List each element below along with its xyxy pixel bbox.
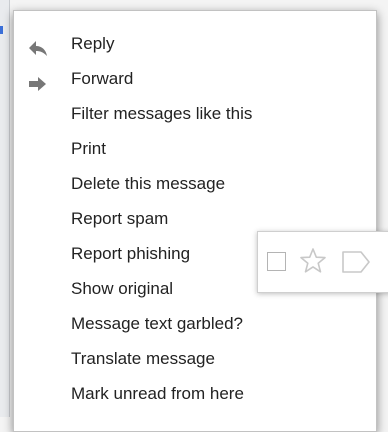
forward-icon bbox=[28, 70, 48, 91]
menu-item-label: Print bbox=[71, 139, 106, 158]
message-actions-menu: Reply Forward Filter messages like this … bbox=[13, 10, 377, 432]
menu-item-message-text-garbled[interactable]: Message text garbled? bbox=[14, 306, 376, 341]
label-icon[interactable] bbox=[341, 249, 381, 275]
menu-item-mark-unread[interactable]: Mark unread from here bbox=[14, 376, 376, 411]
menu-item-label: Translate message bbox=[71, 349, 215, 368]
menu-item-label: Mark unread from here bbox=[71, 384, 244, 403]
menu-item-forward[interactable]: Forward bbox=[14, 61, 376, 96]
menu-list: Reply Forward Filter messages like this … bbox=[14, 11, 376, 411]
background-panel bbox=[0, 0, 10, 417]
message-toolbar-overlay bbox=[257, 231, 388, 293]
menu-item-filter-messages[interactable]: Filter messages like this bbox=[14, 96, 376, 131]
menu-item-label: Report phishing bbox=[71, 244, 191, 263]
menu-item-print[interactable]: Print bbox=[14, 131, 376, 166]
reply-icon bbox=[28, 35, 48, 56]
menu-item-label: Message text garbled? bbox=[71, 314, 243, 333]
menu-item-translate-message[interactable]: Translate message bbox=[14, 341, 376, 376]
menu-item-label: Filter messages like this bbox=[71, 104, 253, 123]
menu-item-label: Show original bbox=[71, 279, 174, 298]
menu-item-label: Report spam bbox=[71, 209, 169, 228]
menu-item-label: Forward bbox=[71, 69, 134, 88]
star-icon[interactable] bbox=[299, 247, 327, 275]
menu-item-delete-message[interactable]: Delete this message bbox=[14, 166, 376, 201]
menu-item-reply[interactable]: Reply bbox=[14, 26, 376, 61]
menu-item-label: Delete this message bbox=[71, 174, 226, 193]
background-accent-mark bbox=[0, 26, 3, 34]
checkbox-icon[interactable] bbox=[267, 252, 286, 271]
menu-item-label: Reply bbox=[71, 34, 115, 53]
